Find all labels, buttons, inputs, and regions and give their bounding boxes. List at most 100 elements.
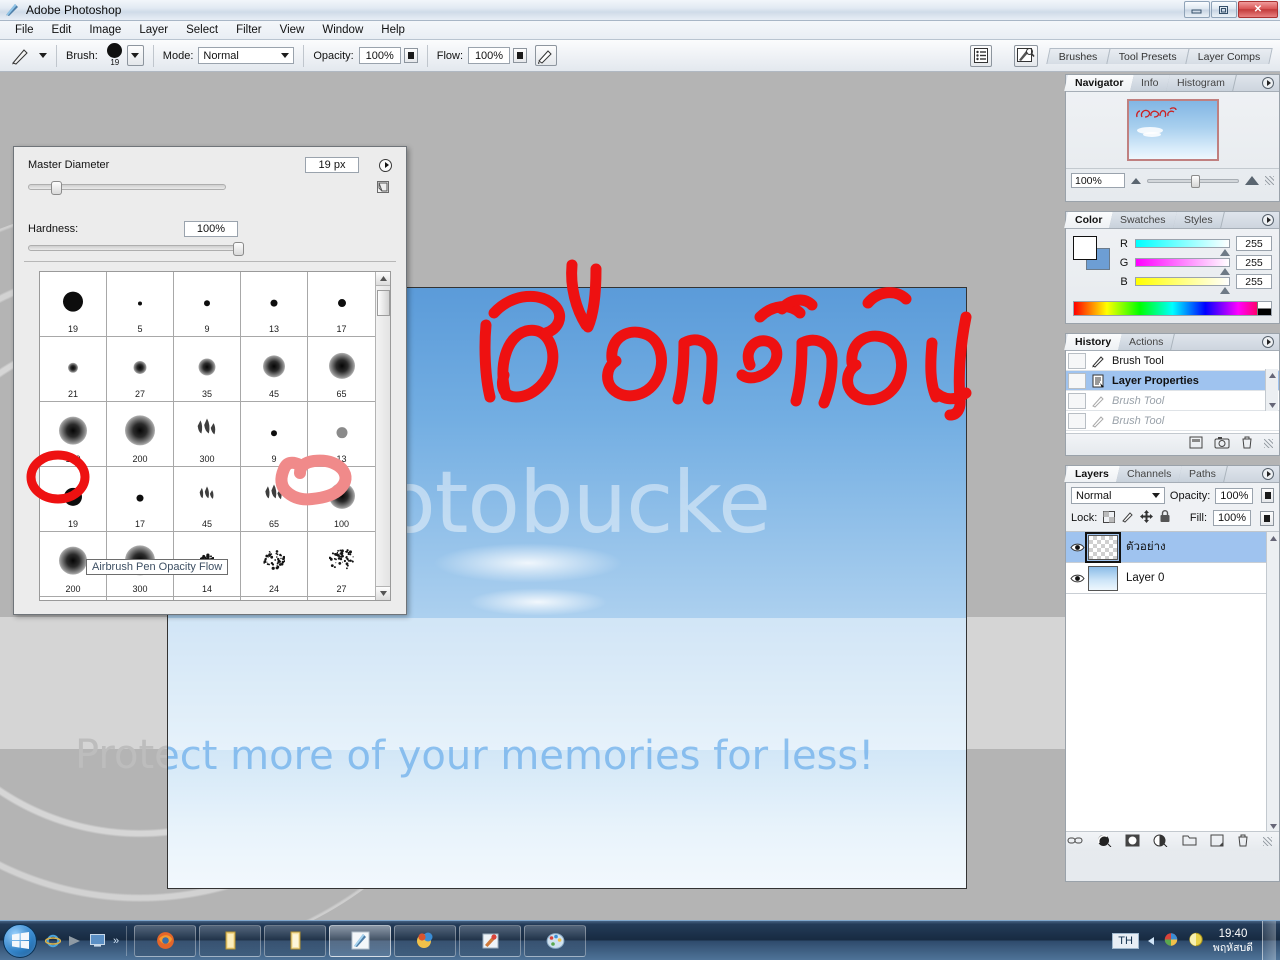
airbrush-icon[interactable] [535,45,557,66]
brush-preset-cell[interactable]: 17 [308,272,375,337]
minimize-button[interactable] [1184,1,1210,18]
well-tab-brushes[interactable]: Brushes [1047,48,1111,64]
tab-histogram[interactable]: Histogram [1166,75,1237,91]
color-swatches[interactable] [1073,236,1111,270]
quick-mask-icon[interactable] [1014,45,1038,67]
history-item[interactable]: Brush Tool [1066,391,1279,411]
brush-preset-cell[interactable]: 300 [174,402,241,467]
history-item[interactable]: Brush Tool [1066,411,1279,431]
layer-mask-icon[interactable] [1125,834,1140,850]
delete-layer-icon[interactable] [1237,834,1249,850]
zoom-in-icon[interactable] [1245,176,1259,185]
master-diameter-input[interactable]: 19 px [305,157,359,173]
taskbar-clock[interactable]: 19:40 พฤหัสบดี [1213,927,1253,955]
tab-channels[interactable]: Channels [1116,466,1183,482]
layer-fill-stepper[interactable] [1260,511,1274,526]
navigator-thumbnail[interactable] [1127,99,1219,161]
brush-preset-cell[interactable]: 200 [107,402,174,467]
slider-knob[interactable] [1220,268,1230,275]
resize-grip-icon[interactable] [1264,439,1273,448]
flow-input[interactable]: 100% [468,47,510,64]
slider-knob[interactable] [51,181,62,195]
blend-mode-select[interactable]: Normal [198,47,294,64]
lock-position-icon[interactable] [1140,510,1153,526]
menu-image[interactable]: Image [80,22,130,38]
taskbar-item-paint[interactable] [394,925,456,957]
layer-opacity-input[interactable]: 100% [1215,488,1253,504]
brush-preset-cell[interactable]: 19 [40,272,107,337]
resize-grip-icon[interactable] [1265,176,1274,185]
menu-file[interactable]: File [6,22,43,38]
brush-preset-cell[interactable]: 13 [241,272,308,337]
menu-edit[interactable]: Edit [43,22,81,38]
lock-transparency-icon[interactable] [1103,511,1115,526]
channel-slider-r[interactable] [1135,239,1230,248]
delete-icon[interactable] [1241,436,1253,452]
brush-preset-cell[interactable]: 9 [241,402,308,467]
brush-preset-cell[interactable]: 65 [241,467,308,532]
channel-slider-g[interactable] [1135,258,1230,267]
scroll-up-icon[interactable] [1267,532,1279,544]
master-diameter-slider[interactable] [28,184,226,190]
taskbar-item-firefox[interactable] [134,925,196,957]
layer-name[interactable]: ตัวอย่าง [1126,538,1166,556]
brush-preset-cell[interactable]: 21 [40,337,107,402]
brush-preset-cell[interactable]: 13 [308,402,375,467]
show-desktop-icon[interactable] [89,933,105,949]
lock-image-icon[interactable] [1121,511,1134,526]
panel-menu-icon[interactable] [1262,336,1274,348]
layer-fill-input[interactable]: 100% [1213,510,1251,526]
network-icon[interactable] [1163,932,1179,950]
show-desktop-button[interactable] [1262,921,1276,960]
tab-history[interactable]: History [1064,334,1123,350]
hardness-slider[interactable] [28,245,244,251]
black-white-swatch[interactable] [1257,302,1271,315]
brush-preset-cell[interactable] [107,597,174,601]
layer-visibility-icon[interactable] [1066,542,1088,553]
history-snapshot-box[interactable] [1068,393,1086,409]
brush-preset-cell[interactable]: 19 [40,467,107,532]
menu-filter[interactable]: Filter [227,22,271,38]
color-spectrum-ramp[interactable] [1073,301,1272,316]
brush-preset-cell[interactable]: 35 [174,337,241,402]
brush-preset-picker[interactable]: Master Diameter 19 px Hardness: 100% 19 … [13,146,407,615]
channel-value-b[interactable]: 255 [1236,274,1272,289]
brush-preset-grid[interactable]: 19 5 9 13 17 21 27 35 45 65 100 200 300 9 13 19 17 45 6… [39,271,391,601]
taskbar-item-image-edit[interactable] [459,925,521,957]
internet-explorer-icon[interactable] [45,933,61,949]
brush-preset-cell[interactable]: 5 [107,272,174,337]
tab-actions[interactable]: Actions [1118,334,1175,350]
taskbar-item-palette[interactable] [524,925,586,957]
media-player-icon[interactable] [67,933,83,949]
panel-menu-icon[interactable] [1262,468,1274,480]
brush-preset-cell[interactable]: 65 [308,337,375,402]
history-snapshot-box[interactable] [1068,373,1086,389]
table-row[interactable]: ตัวอย่าง [1066,532,1279,563]
layers-scrollbar[interactable] [1266,532,1279,831]
taskbar-item-photoshop[interactable] [329,925,391,957]
layer-thumbnail[interactable] [1088,566,1118,591]
flow-stepper[interactable] [513,48,527,63]
layer-blend-mode-select[interactable]: Normal [1071,487,1165,504]
zoom-out-icon[interactable] [1131,178,1141,184]
menu-layer[interactable]: Layer [130,22,177,38]
volume-icon[interactable] [1188,932,1204,950]
history-item[interactable]: Layer Properties [1066,371,1279,391]
brush-preset-cell[interactable] [40,597,107,601]
slider-knob[interactable] [233,242,244,256]
new-document-icon[interactable] [1189,436,1203,452]
scroll-down-icon[interactable] [1267,820,1279,831]
brush-preset-cell[interactable]: 45 [241,337,308,402]
resize-grip-icon[interactable] [1263,837,1272,846]
taskbar-item-document[interactable] [264,925,326,957]
layer-visibility-icon[interactable] [1066,573,1088,584]
tab-paths[interactable]: Paths [1178,466,1228,482]
brush-preset-cell[interactable]: 100 [308,467,375,532]
scroll-up-icon[interactable] [1266,369,1279,381]
tab-info[interactable]: Info [1131,75,1171,91]
brush-preset-cell[interactable]: 17 [107,467,174,532]
brush-preset-cell[interactable] [241,597,308,601]
well-tab-tool-presets[interactable]: Tool Presets [1106,48,1189,64]
slider-knob[interactable] [1220,249,1230,256]
menu-select[interactable]: Select [177,22,227,38]
